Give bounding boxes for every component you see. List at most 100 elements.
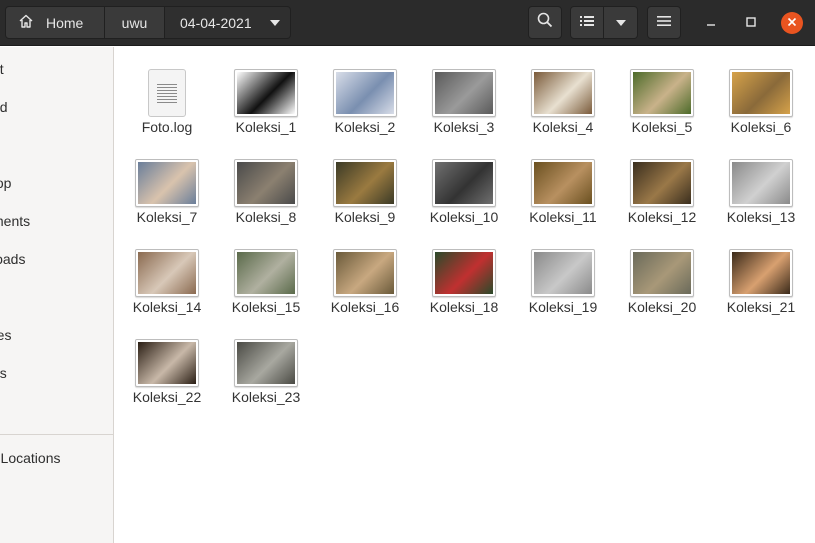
sidebar-item-pictures[interactable]: res [0, 320, 113, 350]
sidebar-item-label: nt [0, 61, 4, 77]
file-name: Koleksi_16 [330, 299, 400, 315]
sidebar-item-desktop[interactable]: top [0, 168, 113, 198]
file-item-image[interactable]: Koleksi_15 [218, 227, 314, 315]
image-thumbnail [432, 69, 496, 117]
file-item-image[interactable]: Koleksi_20 [614, 227, 710, 315]
file-item-log[interactable]: Foto.log [119, 47, 215, 135]
file-name: Koleksi_13 [726, 209, 796, 225]
sidebar-item-recent[interactable]: nt [0, 54, 113, 84]
image-thumbnail [333, 69, 397, 117]
sidebar-item-home[interactable]: e [0, 130, 113, 160]
search-button[interactable] [528, 6, 562, 39]
file-item-image[interactable]: Koleksi_13 [713, 137, 809, 225]
chevron-down-icon [270, 19, 280, 26]
maximize-button[interactable] [740, 12, 762, 34]
file-item-image[interactable]: Koleksi_2 [317, 47, 413, 135]
sidebar-item-label: top [0, 175, 12, 191]
main-menu-button[interactable] [647, 6, 681, 39]
file-item-image[interactable]: Koleksi_9 [317, 137, 413, 225]
file-name: Foto.log [141, 119, 193, 135]
home-icon [18, 13, 34, 32]
image-thumbnail [630, 69, 694, 117]
file-name: Koleksi_11 [529, 209, 597, 225]
image-thumbnail [531, 249, 595, 297]
file-item-image[interactable]: Koleksi_12 [614, 137, 710, 225]
file-grid: Foto.log Koleksi_1 Koleksi_2 Koleksi_3 Kolek… [115, 47, 815, 543]
image-thumbnail [531, 69, 595, 117]
file-item-image[interactable]: Koleksi_14 [119, 227, 215, 315]
sidebar-item-videos[interactable]: os [0, 358, 113, 388]
image-thumbnail [729, 249, 793, 297]
file-name: Koleksi_10 [429, 209, 499, 225]
image-thumbnail [432, 249, 496, 297]
file-item-image[interactable]: Koleksi_22 [119, 317, 215, 405]
sidebar-item-downloads[interactable]: loads [0, 244, 113, 274]
file-item-image[interactable]: Koleksi_16 [317, 227, 413, 315]
hamburger-menu-icon [657, 14, 671, 32]
file-item-image[interactable]: Koleksi_5 [614, 47, 710, 135]
breadcrumb-home[interactable]: Home [5, 6, 105, 39]
file-name: Koleksi_4 [532, 119, 594, 135]
sidebar: nt ed e top ments loads : res os r Locat… [0, 47, 114, 543]
sidebar-item-label: res [0, 327, 12, 343]
sidebar-item-label: ed [0, 99, 8, 115]
file-name: Koleksi_15 [231, 299, 301, 315]
image-thumbnail [729, 159, 793, 207]
maximize-icon [746, 14, 756, 32]
image-thumbnail [729, 69, 793, 117]
file-name: Koleksi_20 [627, 299, 697, 315]
sidebar-item-starred[interactable]: ed [0, 92, 113, 122]
file-name: Koleksi_23 [231, 389, 301, 405]
file-name: Koleksi_5 [631, 119, 693, 135]
view-options-button[interactable] [604, 6, 638, 39]
file-name: Koleksi_9 [334, 209, 396, 225]
file-item-image[interactable]: Koleksi_10 [416, 137, 512, 225]
sidebar-item-label: loads [0, 251, 26, 267]
file-item-image[interactable]: Koleksi_6 [713, 47, 809, 135]
minimize-button[interactable] [700, 12, 722, 34]
sidebar-item-documents[interactable]: ments [0, 206, 113, 236]
file-name: Koleksi_2 [334, 119, 396, 135]
file-item-image[interactable]: Koleksi_8 [218, 137, 314, 225]
image-thumbnail [135, 249, 199, 297]
file-item-image[interactable]: Koleksi_11 [515, 137, 611, 225]
close-button[interactable] [781, 12, 803, 34]
breadcrumb-item-uwu[interactable]: uwu [105, 6, 165, 39]
list-view-icon [580, 14, 594, 32]
sidebar-item-label: r Locations [0, 450, 61, 466]
image-thumbnail [333, 159, 397, 207]
sidebar-item-music[interactable]: : [0, 282, 113, 312]
sidebar-divider [0, 434, 113, 435]
sidebar-item-other-locations[interactable]: r Locations [0, 443, 113, 473]
file-name: Koleksi_12 [627, 209, 697, 225]
file-item-image[interactable]: Koleksi_18 [416, 227, 512, 315]
file-item-image[interactable]: Koleksi_21 [713, 227, 809, 315]
header-bar: Home uwu 04-04-2021 [0, 0, 815, 46]
text-file-icon [148, 69, 186, 117]
image-thumbnail [630, 159, 694, 207]
image-thumbnail [135, 159, 199, 207]
file-item-image[interactable]: Koleksi_23 [218, 317, 314, 405]
file-name: Koleksi_14 [132, 299, 202, 315]
image-thumbnail [630, 249, 694, 297]
file-name: Koleksi_3 [433, 119, 495, 135]
close-icon [787, 14, 797, 32]
file-item-image[interactable]: Koleksi_4 [515, 47, 611, 135]
image-thumbnail [234, 69, 298, 117]
minimize-icon [706, 14, 716, 32]
breadcrumb-home-label: Home [46, 14, 84, 31]
breadcrumb-item-current[interactable]: 04-04-2021 [165, 6, 291, 39]
file-item-image[interactable]: Koleksi_19 [515, 227, 611, 315]
file-name: Koleksi_8 [235, 209, 297, 225]
file-item-image[interactable]: Koleksi_7 [119, 137, 215, 225]
image-thumbnail [135, 339, 199, 387]
file-name: Koleksi_22 [132, 389, 202, 405]
file-name: Koleksi_7 [136, 209, 198, 225]
breadcrumb-item-label: 04-04-2021 [180, 14, 252, 31]
file-name: Koleksi_1 [235, 119, 297, 135]
view-toggle-button[interactable] [570, 6, 604, 39]
file-item-image[interactable]: Koleksi_3 [416, 47, 512, 135]
breadcrumb: Home uwu 04-04-2021 [5, 6, 291, 39]
image-thumbnail [234, 339, 298, 387]
file-item-image[interactable]: Koleksi_1 [218, 47, 314, 135]
